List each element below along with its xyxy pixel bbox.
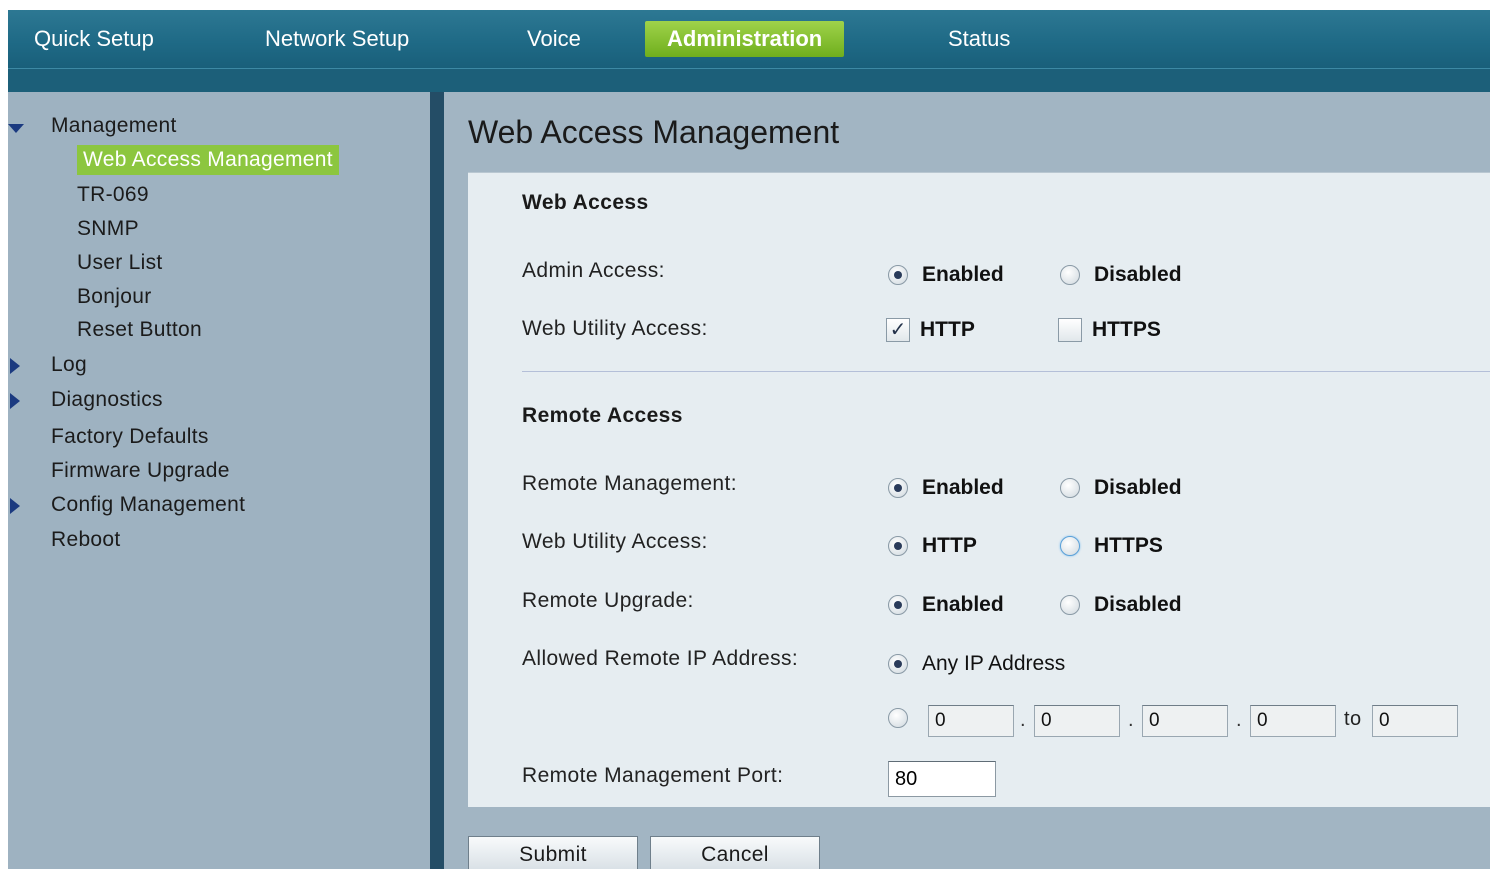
sidebar-item-factory-defaults[interactable]: Factory Defaults [51,422,209,452]
ip-octet-4-input[interactable]: 0 [1250,705,1336,737]
admin-access-disabled-radio[interactable]: Disabled [1060,263,1182,287]
remote-management-enabled-radio[interactable]: Enabled [888,476,1004,500]
sidebar-item-snmp[interactable]: SNMP [77,214,139,244]
radio-selected-icon[interactable] [888,536,908,556]
web-utility-access-label: Web Utility Access: [522,317,708,340]
admin-access-enabled-radio[interactable]: Enabled [888,263,1004,287]
app-frame: Quick Setup Network Setup Voice Administ… [8,10,1490,869]
nav-network-setup[interactable]: Network Setup [253,21,421,57]
allowed-remote-ip-label: Allowed Remote IP Address: [522,647,799,670]
radio-selected-icon[interactable] [888,265,908,285]
settings-panel: Web Access Admin Access: Enabled Disable… [468,172,1490,807]
sidebar-item-management[interactable]: Management [51,111,177,141]
section-divider [522,371,1490,372]
radio-selected-icon[interactable] [888,595,908,615]
remote-management-port-label: Remote Management Port: [522,764,784,787]
ip-octet-2-input[interactable]: 0 [1034,705,1120,737]
caret-right-icon[interactable] [10,498,20,514]
sidebar-item-log[interactable]: Log [51,350,87,380]
nav-quick-setup[interactable]: Quick Setup [22,21,166,57]
remote-web-utility-access-label: Web Utility Access: [522,530,708,553]
top-nav: Quick Setup Network Setup Voice Administ… [8,10,1490,68]
radio-icon[interactable] [1060,595,1080,615]
caret-down-icon[interactable] [8,124,24,133]
section-title-web-access: Web Access [522,191,649,214]
sidebar-item-config-management[interactable]: Config Management [51,490,245,520]
sidebar-item-tr069[interactable]: TR-069 [77,180,149,210]
page-title: Web Access Management [468,114,840,150]
ip-range-radio[interactable] [888,708,908,728]
remote-https-radio[interactable]: HTTPS [1060,534,1163,558]
ip-octet-3-input[interactable]: 0 [1142,705,1228,737]
ip-range-end-input[interactable]: 0 [1372,705,1458,737]
ip-dot: . [1128,709,1134,731]
sidebar-item-web-access-management[interactable]: Web Access Management [77,145,339,175]
caret-right-icon[interactable] [10,358,20,374]
ip-range-to-label: to [1344,708,1362,730]
main-content: Web Access Management Web Access Admin A… [444,92,1490,869]
any-ip-address-radio[interactable]: Any IP Address [888,652,1065,676]
remote-upgrade-enabled-radio[interactable]: Enabled [888,593,1004,617]
ip-dot: . [1236,709,1242,731]
sidebar-item-firmware-upgrade[interactable]: Firmware Upgrade [51,456,230,486]
sidebar-item-reboot[interactable]: Reboot [51,525,121,555]
checkbox-icon[interactable] [1058,318,1082,342]
remote-upgrade-disabled-radio[interactable]: Disabled [1060,593,1182,617]
radio-focused-icon[interactable] [1060,536,1080,556]
sidebar-item-bonjour[interactable]: Bonjour [77,282,151,312]
sub-nav-bar [8,68,1490,93]
remote-http-radio[interactable]: HTTP [888,534,977,558]
checkbox-checked-icon[interactable]: ✓ [886,318,910,342]
radio-selected-icon[interactable] [888,654,908,674]
nav-status[interactable]: Status [936,21,1022,57]
sidebar-separator [430,92,444,869]
nav-voice[interactable]: Voice [515,21,593,57]
radio-selected-icon[interactable] [888,478,908,498]
sidebar-item-user-list[interactable]: User List [77,248,163,278]
sidebar: Management Web Access Management TR-069 … [8,92,430,869]
radio-icon[interactable] [1060,478,1080,498]
ip-dot: . [1020,709,1026,731]
remote-management-disabled-radio[interactable]: Disabled [1060,476,1182,500]
sidebar-item-diagnostics[interactable]: Diagnostics [51,385,163,415]
caret-right-icon[interactable] [10,393,20,409]
radio-icon[interactable] [1060,265,1080,285]
https-checkbox[interactable]: HTTPS [1058,318,1161,342]
http-checkbox[interactable]: ✓ HTTP [886,318,975,342]
nav-administration[interactable]: Administration [645,21,845,57]
sidebar-item-reset-button[interactable]: Reset Button [77,315,202,345]
remote-management-label: Remote Management: [522,472,737,495]
cancel-button[interactable]: Cancel [650,836,820,869]
admin-access-label: Admin Access: [522,259,665,282]
remote-management-port-input[interactable]: 80 [888,761,996,797]
ip-octet-1-input[interactable]: 0 [928,705,1014,737]
submit-button[interactable]: Submit [468,836,638,869]
section-title-remote-access: Remote Access [522,404,683,427]
remote-upgrade-label: Remote Upgrade: [522,589,694,612]
